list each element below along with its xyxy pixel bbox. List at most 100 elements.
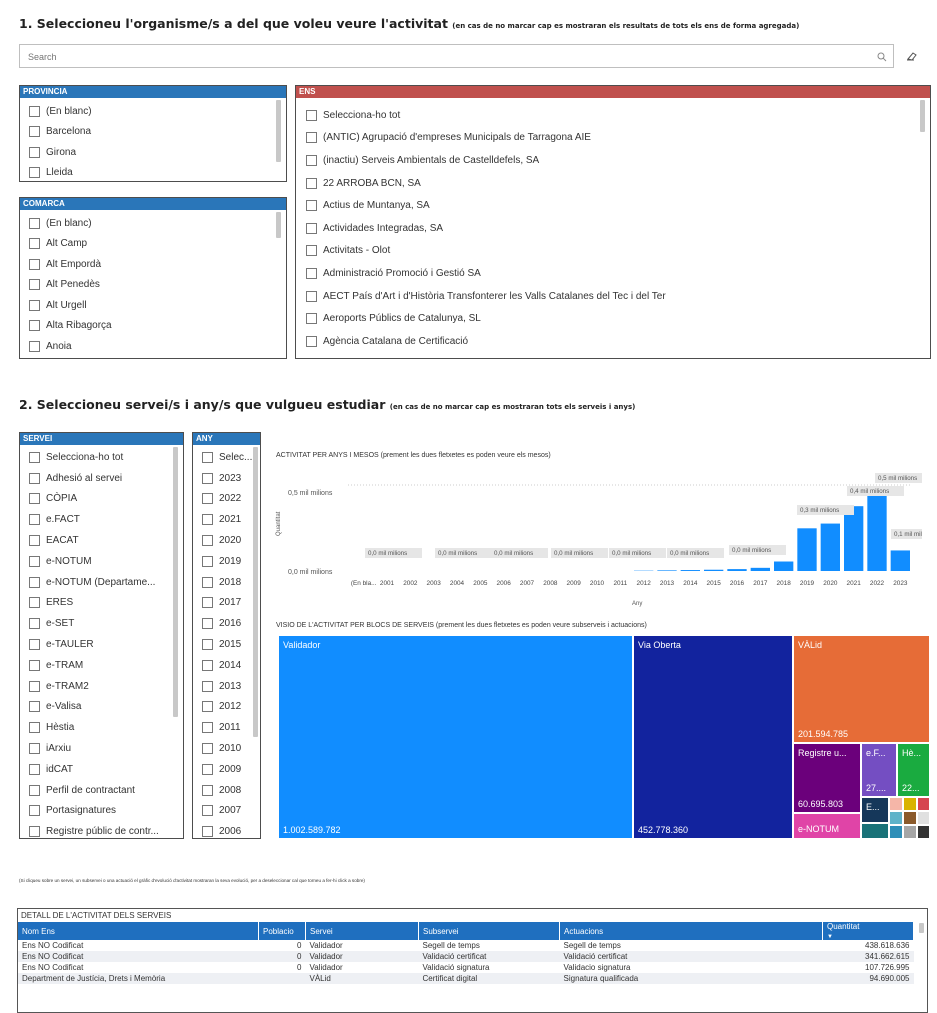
checkbox[interactable]	[29, 258, 40, 270]
bar[interactable]	[727, 569, 747, 571]
checkbox[interactable]	[29, 722, 40, 734]
any-item[interactable]: 2019	[202, 551, 260, 572]
treemap-block-small[interactable]	[861, 823, 889, 839]
any-item[interactable]: 2008	[202, 780, 260, 801]
checkbox[interactable]	[29, 763, 40, 775]
checkbox[interactable]	[29, 743, 40, 755]
checkbox[interactable]	[29, 217, 40, 229]
treemap-block-e[interactable]: E...	[861, 797, 889, 823]
col-servei[interactable]: Servei	[305, 922, 419, 940]
comarca-item[interactable]: Anoia	[29, 336, 286, 357]
checkbox[interactable]	[29, 535, 40, 547]
checkbox[interactable]	[29, 784, 40, 796]
treemap-block-small[interactable]	[889, 811, 903, 825]
checkbox[interactable]	[29, 597, 40, 609]
table-row[interactable]: Ens NO Codificat 0 Validador Validació cert…	[18, 951, 914, 962]
checkbox[interactable]	[29, 639, 40, 651]
checkbox[interactable]	[29, 451, 40, 463]
checkbox[interactable]	[202, 555, 213, 567]
servei-item[interactable]: idCAT	[29, 759, 183, 780]
provincia-item[interactable]: Lleida	[29, 163, 286, 182]
comarca-item[interactable]: Alt Empordà	[29, 254, 286, 275]
treemap-block-small[interactable]	[903, 825, 917, 839]
provincia-item[interactable]: Barcelona	[29, 122, 286, 143]
any-item[interactable]: 2009	[202, 759, 260, 780]
treemap-block-small[interactable]	[889, 825, 903, 839]
checkbox[interactable]	[306, 267, 317, 279]
col-poblacio[interactable]: Poblacio	[258, 922, 306, 940]
checkbox[interactable]	[202, 639, 213, 651]
servei-item[interactable]: e.FACT	[29, 509, 183, 530]
treemap-block-small[interactable]	[917, 797, 930, 811]
any-item[interactable]: 2006	[202, 821, 260, 838]
comarca-scrollbar[interactable]	[276, 212, 281, 238]
servei-item[interactable]: e-TRAM	[29, 655, 183, 676]
checkbox[interactable]	[29, 340, 40, 352]
checkbox[interactable]	[202, 701, 213, 713]
search-box[interactable]	[19, 44, 894, 68]
servei-item[interactable]: CÒPIA	[29, 489, 183, 510]
eraser-icon[interactable]	[906, 48, 918, 66]
ens-item[interactable]: (inactiu) Serveis Ambientals de Castelld…	[306, 149, 930, 172]
servei-item[interactable]: e-NOTUM (Departame...	[29, 572, 183, 593]
treemap-block-enotum[interactable]: e-NOTUM	[793, 813, 861, 839]
checkbox[interactable]	[306, 313, 317, 325]
col-actuacions[interactable]: Actuacions	[559, 922, 823, 940]
checkbox[interactable]	[29, 167, 40, 179]
ens-item[interactable]: Administració Promoció i Gestió SA	[306, 262, 930, 285]
checkbox[interactable]	[29, 680, 40, 692]
treemap-block-validador[interactable]: Validador 1.002.589.782	[278, 635, 633, 839]
checkbox[interactable]	[29, 238, 40, 250]
any-item[interactable]: Selec...	[202, 447, 260, 468]
col-nom-ens[interactable]: Nom Ens	[18, 922, 259, 940]
any-item[interactable]: 2013	[202, 676, 260, 697]
search-icon[interactable]	[877, 49, 887, 67]
any-item[interactable]: 2007	[202, 801, 260, 822]
treemap-block-small[interactable]	[903, 797, 917, 811]
checkbox[interactable]	[306, 290, 317, 302]
checkbox[interactable]	[202, 805, 213, 817]
checkbox[interactable]	[202, 451, 213, 463]
bar[interactable]	[774, 561, 794, 571]
checkbox[interactable]	[29, 805, 40, 817]
ens-item[interactable]: (ANTIC) Agrupació d'empreses Municipals …	[306, 127, 930, 150]
checkbox[interactable]	[202, 680, 213, 692]
servei-item[interactable]: e-NOTUM	[29, 551, 183, 572]
checkbox[interactable]	[306, 222, 317, 234]
checkbox[interactable]	[29, 659, 40, 671]
any-item[interactable]: 2017	[202, 593, 260, 614]
checkbox[interactable]	[202, 763, 213, 775]
ens-item[interactable]: Agència Catalana de Certificació	[306, 330, 930, 353]
checkbox[interactable]	[202, 659, 213, 671]
treemap-block-small[interactable]	[917, 825, 930, 839]
checkbox[interactable]	[29, 576, 40, 588]
any-item[interactable]: 2012	[202, 697, 260, 718]
treemap-block-valid[interactable]: VÀLid 201.594.785	[793, 635, 930, 743]
ens-scrollbar[interactable]	[920, 100, 925, 132]
checkbox[interactable]	[29, 514, 40, 526]
checkbox[interactable]	[306, 154, 317, 166]
any-item[interactable]: 2023	[202, 468, 260, 489]
servei-item[interactable]: Adhesió al servei	[29, 468, 183, 489]
treemap-block-registre[interactable]: Registre u... 60.695.803	[793, 743, 861, 813]
servei-item[interactable]: Portasignatures	[29, 801, 183, 822]
search-input[interactable]	[26, 46, 850, 68]
checkbox[interactable]	[29, 826, 40, 838]
any-item[interactable]: 2011	[202, 717, 260, 738]
table-row[interactable]: Ens NO Codificat 0 Validador Segell de temp…	[18, 940, 914, 951]
servei-item[interactable]: Perfil de contractant	[29, 780, 183, 801]
checkbox[interactable]	[29, 320, 40, 332]
ens-item[interactable]: Agència Catalana de Cooperació al Desenv…	[306, 353, 930, 359]
any-item[interactable]: 2018	[202, 572, 260, 593]
any-item[interactable]: 2021	[202, 509, 260, 530]
checkbox[interactable]	[306, 358, 317, 359]
col-quantitat[interactable]: Quantitat ▼	[822, 922, 914, 940]
provincia-item[interactable]: Girona	[29, 142, 286, 163]
any-item[interactable]: 2022	[202, 489, 260, 510]
checkbox[interactable]	[306, 132, 317, 144]
ens-item[interactable]: Actius de Muntanya, SA	[306, 194, 930, 217]
servei-item[interactable]: EACAT	[29, 530, 183, 551]
bar[interactable]	[704, 569, 724, 571]
checkbox[interactable]	[202, 722, 213, 734]
any-item[interactable]: 2016	[202, 613, 260, 634]
